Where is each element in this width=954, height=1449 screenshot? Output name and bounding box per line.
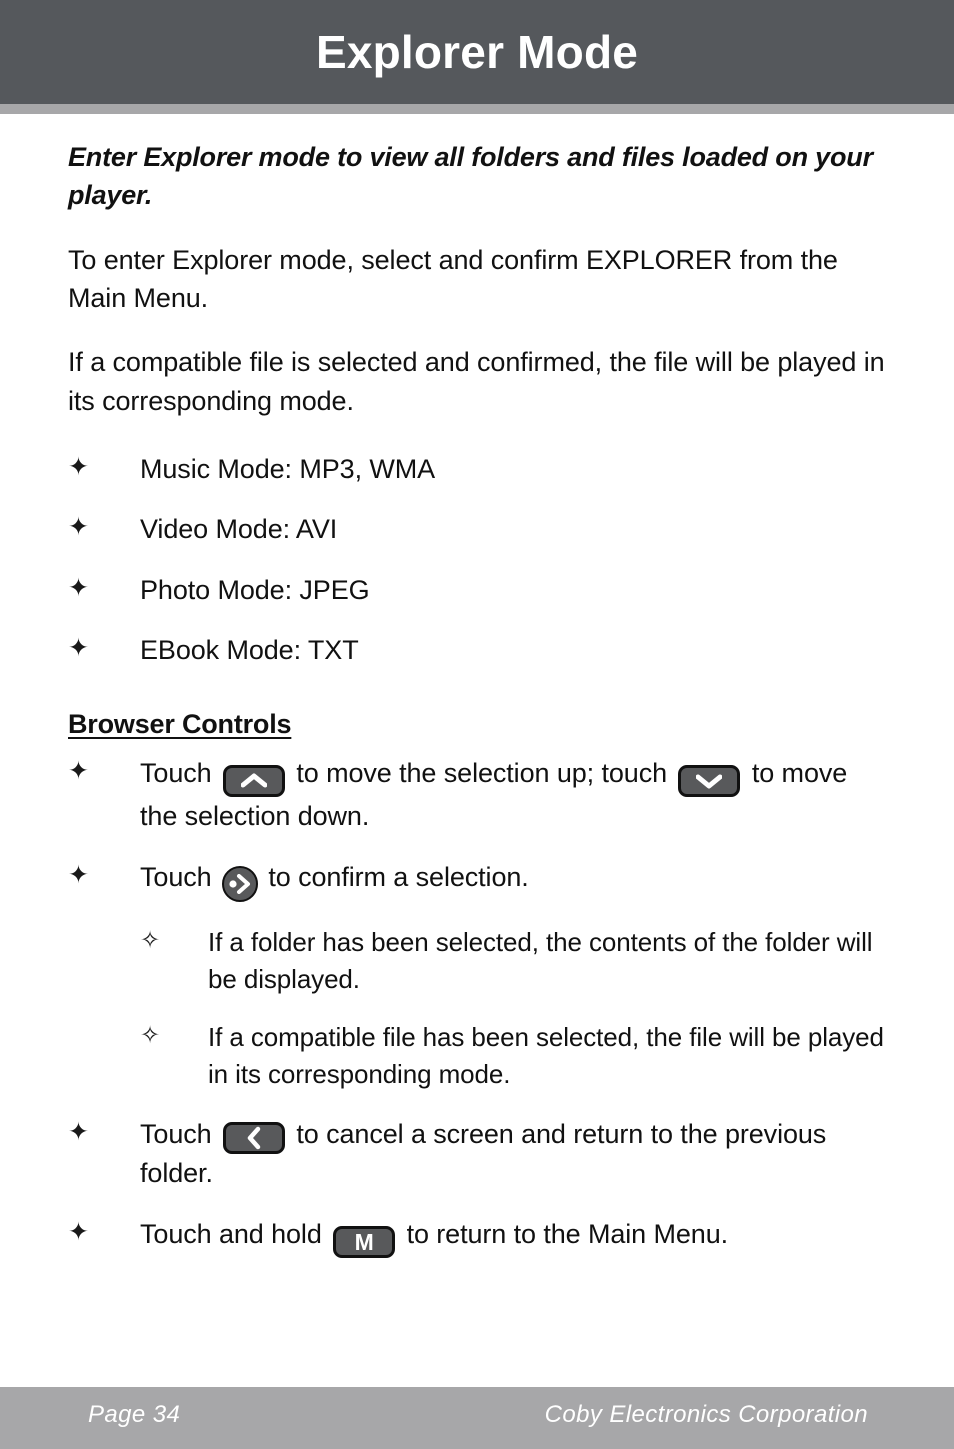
list-item-sub: ✧ If a folder has been selected, the con…	[0, 924, 954, 998]
list-item-label: If a compatible file has been selected, …	[208, 1022, 884, 1090]
list-item-label: Video Mode: AVI	[140, 514, 338, 545]
list-item: ✦ Music Mode: MP3, WMA	[0, 450, 954, 488]
confirm-text-before: Touch	[140, 861, 212, 892]
chevron-left-key-icon[interactable]	[222, 1122, 285, 1155]
paragraph-compatible-file: If a compatible file is selected and con…	[68, 347, 885, 416]
list-item-label: Music Mode: MP3, WMA	[140, 453, 436, 484]
star-bullet-icon: ✦	[68, 757, 89, 786]
list-item-main-menu: ✦ Touch and hold M to return to the Main…	[0, 1215, 954, 1259]
menu-text-after: to return to the Main Menu.	[406, 1218, 729, 1249]
list-item-label: Touch to move the selection up; touch to…	[140, 754, 886, 835]
nav-text-middle: to move the selection up; touch	[296, 758, 668, 789]
star-bullet-icon: ✦	[68, 573, 89, 602]
list-item: ✦ EBook Mode: TXT	[0, 631, 954, 669]
footer-company-name: Coby Electronics Corporation	[544, 1401, 868, 1428]
footer-page-number: Page 34	[88, 1401, 181, 1428]
mode-bullet-list: ✦ Music Mode: MP3, WMA ✦ Video Mode: AVI…	[0, 450, 954, 669]
star-bullet-icon: ✦	[68, 1217, 89, 1246]
list-item-cancel: ✦ Touch to cancel a screen and return to…	[0, 1115, 954, 1192]
list-item-label: If a folder has been selected, the conte…	[208, 926, 873, 994]
header-divider	[0, 104, 954, 114]
lead-paragraph: Enter Explorer mode to view all folders …	[68, 142, 873, 211]
page-content: Enter Explorer mode to view all folders …	[0, 114, 954, 1280]
confirm-text-after: to confirm a selection.	[268, 861, 529, 892]
list-item-label: Photo Mode: JPEG	[140, 574, 370, 605]
list-item-label: Touch to cancel a screen and return to t…	[140, 1115, 886, 1192]
list-item-sub: ✧ If a compatible file has been selected…	[0, 1019, 954, 1093]
list-item-confirm: ✦ Touch to confirm a selection.	[0, 858, 954, 902]
chevron-down-key-icon[interactable]	[678, 765, 741, 798]
cancel-text-before: Touch	[140, 1119, 212, 1150]
star-bullet-icon: ✦	[68, 633, 89, 662]
menu-m-key-icon[interactable]: M	[333, 1226, 396, 1259]
list-item-label: EBook Mode: TXT	[140, 634, 359, 665]
hollow-star-bullet-icon: ✧	[140, 926, 161, 954]
list-item-label: Touch to confirm a selection.	[140, 858, 886, 902]
chevron-up-key-icon[interactable]	[222, 765, 285, 798]
list-item: ✦ Photo Mode: JPEG	[0, 571, 954, 609]
menu-key-label: M	[354, 1228, 374, 1255]
list-item-navigate: ✦ Touch to move the selection up; touch …	[0, 754, 954, 835]
list-item: ✦ Video Mode: AVI	[0, 510, 954, 548]
star-bullet-icon: ✦	[68, 860, 89, 889]
page-footer: Page 34 Coby Electronics Corporation	[0, 1387, 954, 1449]
list-item-label: Touch and hold M to return to the Main M…	[140, 1215, 886, 1259]
page-title: Explorer Mode	[315, 26, 639, 78]
hollow-star-bullet-icon: ✧	[140, 1022, 161, 1050]
star-bullet-icon: ✦	[68, 452, 89, 481]
page-header: Explorer Mode	[0, 0, 954, 104]
browser-controls-list: ✦ Touch to move the selection up; touch …	[0, 754, 954, 1259]
menu-text-before: Touch and hold	[140, 1218, 322, 1249]
confirm-play-key-icon[interactable]	[221, 865, 258, 902]
section-heading-browser-controls: Browser Controls	[68, 709, 292, 740]
star-bullet-icon: ✦	[68, 1118, 89, 1147]
star-bullet-icon: ✦	[68, 513, 89, 542]
nav-text-before-up: Touch	[140, 758, 212, 789]
paragraph-enter-explorer: To enter Explorer mode, select and confi…	[68, 244, 838, 313]
